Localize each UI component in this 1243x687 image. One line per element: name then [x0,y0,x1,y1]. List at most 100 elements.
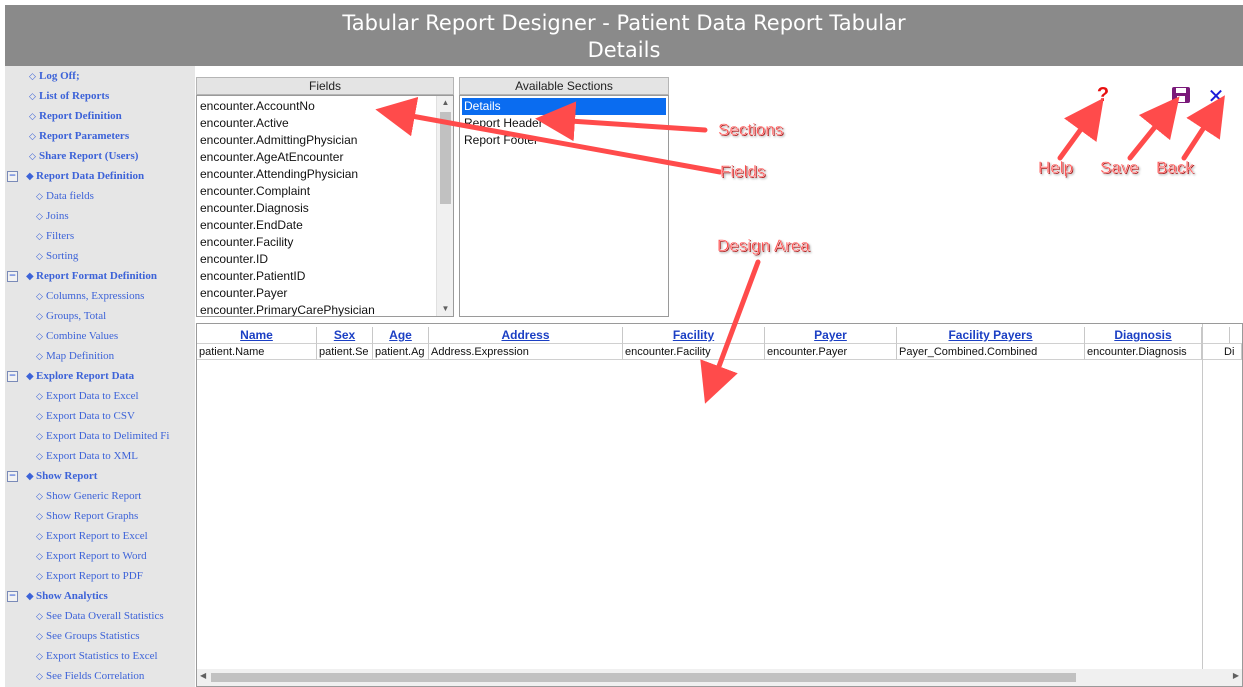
save-icon[interactable] [1171,86,1191,104]
fields-list[interactable]: encounter.AccountNo encounter.Active enc… [196,95,454,317]
diamond-icon: ◆ [26,591,34,602]
collapse-icon[interactable]: − [7,470,18,482]
sidebar-item-sorting[interactable]: ◇ Sorting [36,246,78,266]
sidebar-item-columns-expressions[interactable]: ◇ Columns, Expressions [36,286,144,306]
fields-scrollbar[interactable]: ▲ ▼ [436,96,453,316]
collapse-icon[interactable]: − [7,590,18,602]
column-header-facility-payers[interactable]: Facility Payers [897,327,1085,343]
list-item[interactable]: encounter.EndDate [200,217,303,234]
scroll-right-icon[interactable]: ▶ [1233,671,1239,680]
bullet-icon: ◇ [36,251,43,261]
callout-back: Back [1156,158,1194,177]
sections-list[interactable]: Details Report Header Report Footer [459,95,669,317]
scroll-up-icon[interactable]: ▲ [437,98,453,107]
scroll-left-icon[interactable]: ◀ [200,671,206,680]
sidebar-item-groups-statistics[interactable]: ◇ See Groups Statistics [36,626,140,646]
sidebar-item-report-parameters[interactable]: ◇ Report Parameters [29,126,129,146]
scroll-down-icon[interactable]: ▼ [437,304,453,313]
sidebar-item-show-report-graphs[interactable]: ◇ Show Report Graphs [36,506,138,526]
scroll-thumb[interactable] [211,673,1076,682]
sidebar-item-share-report[interactable]: ◇ Share Report (Users) [29,146,138,166]
sidebar-item-list-of-reports[interactable]: ◇ List of Reports [29,86,109,106]
sidebar-group-report-data-definition[interactable]: − ◆ Report Data Definition [7,166,144,186]
list-item[interactable]: encounter.Diagnosis [200,200,309,217]
list-item[interactable]: encounter.Payer [200,285,287,302]
list-item[interactable]: encounter.AdmittingPhysician [200,132,357,149]
column-header-payer[interactable]: Payer [765,327,897,343]
sidebar-item-export-data-delimited[interactable]: ◇ Export Data to Delimited Fi [36,426,169,446]
sections-header: Available Sections [459,77,669,95]
sidebar-group-show-analytics[interactable]: − ◆ Show Analytics [7,586,108,606]
list-item[interactable]: encounter.ID [200,251,268,268]
sidebar-item-map-definition[interactable]: ◇ Map Definition [36,346,114,366]
sidebar-item-export-data-csv[interactable]: ◇ Export Data to CSV [36,406,135,426]
sidebar-item-fields-correlation[interactable]: ◇ See Fields Correlation [36,666,144,686]
list-item[interactable]: encounter.PatientID [200,268,305,285]
sidebar-item-export-data-xml[interactable]: ◇ Export Data to XML [36,446,138,466]
sidebar-item-groups-total[interactable]: ◇ Groups, Total [36,306,106,326]
collapse-icon[interactable]: − [7,370,18,382]
diamond-icon: ◆ [26,271,34,282]
table-cell[interactable]: patient.Ag [373,343,429,360]
sidebar-item-log-off[interactable]: ◇ Log Off; [29,66,80,86]
table-cell[interactable]: patient.Name [197,343,317,360]
list-item[interactable]: encounter.Active [200,115,289,132]
table-cell[interactable]: Payer_Combined.Combined [897,343,1085,360]
table-cell[interactable]: patient.Se [317,343,373,360]
sidebar-item-show-generic-report[interactable]: ◇ Show Generic Report [36,486,141,506]
bullet-icon: ◇ [36,491,43,501]
column-header-age[interactable]: Age [373,327,429,343]
section-item-report-header[interactable]: Report Header [462,115,666,132]
design-area[interactable]: Name Sex Age Address Facility Payer Faci… [196,323,1243,687]
collapse-icon[interactable]: − [7,170,18,182]
list-item[interactable]: encounter.Facility [200,234,293,251]
arrow-back [1181,95,1225,161]
sidebar-item-export-report-pdf[interactable]: ◇ Export Report to PDF [36,566,143,586]
list-item[interactable]: encounter.AttendingPhysician [200,166,358,183]
list-item[interactable]: encounter.PrimaryCarePhysician [200,302,375,316]
list-item[interactable]: encounter.AccountNo [200,98,315,115]
bullet-icon: ◇ [36,331,43,341]
table-cell[interactable]: encounter.Diagnosis [1085,343,1202,360]
sidebar-item-filters[interactable]: ◇ Filters [36,226,74,246]
sidebar-item-data-fields[interactable]: ◇ Data fields [36,186,94,206]
bullet-icon: ◇ [36,391,43,401]
list-item[interactable]: encounter.Complaint [200,183,310,200]
sidebar-item-export-report-excel[interactable]: ◇ Export Report to Excel [36,526,148,546]
column-header-address[interactable]: Address [429,327,623,343]
horizontal-scrollbar[interactable]: ◀ ▶ [197,669,1242,686]
back-icon[interactable]: ✕ [1206,84,1226,109]
collapse-icon[interactable]: − [7,270,18,282]
sidebar-item-combine-values[interactable]: ◇ Combine Values [36,326,118,346]
sidebar-item-data-overall-statistics[interactable]: ◇ See Data Overall Statistics [36,606,164,626]
column-header-facility[interactable]: Facility [623,327,765,343]
help-icon[interactable]: ? [1094,84,1112,107]
fields-header: Fields [196,77,454,95]
bullet-icon: ◇ [29,71,36,81]
bullet-icon: ◇ [36,611,43,621]
page-subtitle: Details [587,38,661,62]
table-cell[interactable]: encounter.Payer [765,343,897,360]
column-divider [1202,324,1203,686]
sidebar-item-export-data-excel[interactable]: ◇ Export Data to Excel [36,386,139,406]
column-header-diagnosis[interactable]: Diagnosis [1085,327,1202,343]
scroll-thumb[interactable] [440,112,451,204]
table-cell[interactable]: Address.Expression [429,343,623,360]
column-header-sex[interactable]: Sex [317,327,373,343]
sidebar-item-export-statistics-excel[interactable]: ◇ Export Statistics to Excel [36,646,158,666]
column-header-name[interactable]: Name [197,327,317,343]
table-cell[interactable]: encounter.Facility [623,343,765,360]
sidebar-item-report-definition[interactable]: ◇ Report Definition [29,106,122,126]
sidebar-group-report-format-definition[interactable]: − ◆ Report Format Definition [7,266,157,286]
sidebar-item-export-report-word[interactable]: ◇ Export Report to Word [36,546,147,566]
section-item-details[interactable]: Details [462,98,666,115]
sidebar-item-joins[interactable]: ◇ Joins [36,206,69,226]
table-cell[interactable]: Di [1202,343,1242,360]
bullet-icon: ◇ [36,411,43,421]
section-item-report-footer[interactable]: Report Footer [462,132,666,149]
list-item[interactable]: encounter.AgeAtEncounter [200,149,343,166]
sidebar-group-explore-report-data[interactable]: − ◆ Explore Report Data [7,366,134,386]
title-bar: Tabular Report Designer - Patient Data R… [5,5,1243,66]
sidebar-group-show-report[interactable]: − ◆ Show Report [7,466,97,486]
column-header-extra[interactable] [1202,327,1230,343]
